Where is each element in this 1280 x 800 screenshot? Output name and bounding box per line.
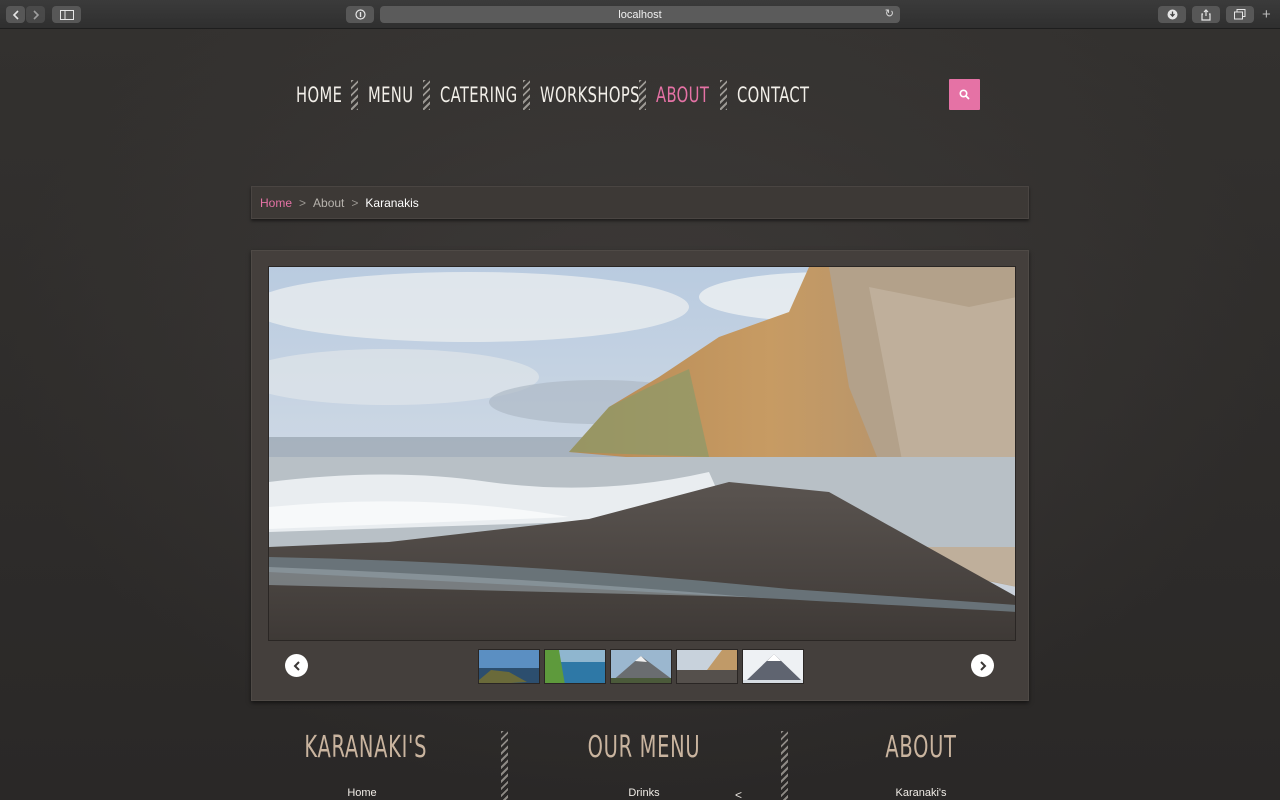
gallery-thumbnail[interactable] xyxy=(478,649,540,684)
chevron-left-icon xyxy=(12,9,19,20)
back-button[interactable] xyxy=(6,6,25,23)
nav-item-contact[interactable]: Contact xyxy=(737,83,809,107)
sidebar-icon xyxy=(59,9,74,20)
breadcrumb-separator: > xyxy=(299,195,307,210)
nav-separator xyxy=(720,80,727,110)
nav-item-catering[interactable]: Catering xyxy=(440,83,517,107)
footer-heading-karanakis: Karanaki's xyxy=(304,730,428,765)
chevron-left-icon xyxy=(293,660,300,671)
share-button[interactable] xyxy=(1192,6,1220,23)
nav-item-about[interactable]: About xyxy=(656,83,709,107)
shield-icon xyxy=(354,9,366,20)
main-nav: Home Menu Catering Workshops About Conta… xyxy=(296,78,809,112)
nav-item-menu[interactable]: Menu xyxy=(368,83,413,107)
sidebar-toggle-button[interactable] xyxy=(52,6,81,23)
privacy-report-button[interactable] xyxy=(346,6,374,23)
footer-separator xyxy=(781,731,788,800)
gallery-main-image[interactable] xyxy=(268,266,1016,641)
footer-column-menu: Our Menu Drinks xyxy=(564,730,724,799)
tabs-overview-button[interactable] xyxy=(1226,6,1254,23)
nav-separator xyxy=(423,80,430,110)
gallery-thumbnail[interactable] xyxy=(610,649,672,684)
breadcrumb-separator: > xyxy=(351,195,359,210)
breadcrumb-current: Karanakis xyxy=(365,195,419,210)
reload-icon[interactable]: ↻ xyxy=(885,7,894,20)
download-icon xyxy=(1167,9,1177,20)
nav-item-home[interactable]: Home xyxy=(296,83,342,107)
gallery-thumbnail[interactable] xyxy=(544,649,606,684)
chevron-right-icon xyxy=(32,9,39,20)
gallery-thumbnail[interactable] xyxy=(676,649,738,684)
footer-heading-menu: Our Menu xyxy=(587,730,701,765)
nav-item-workshops[interactable]: Workshops xyxy=(540,83,639,107)
breadcrumb: Home > About > Karanakis xyxy=(251,186,1029,219)
chevron-right-icon xyxy=(979,660,986,671)
footer-link-karanakis[interactable]: Karanaki's xyxy=(841,787,1001,799)
search-button[interactable] xyxy=(949,79,980,110)
nav-separator xyxy=(639,80,646,110)
footer-separator xyxy=(501,731,508,800)
tabs-icon xyxy=(1234,9,1246,20)
address-bar[interactable]: localhost ↻ xyxy=(380,6,900,23)
footer-column-about: About Karanaki's xyxy=(841,730,1001,799)
footer-collapse-arrow[interactable]: < xyxy=(735,788,742,800)
footer-link-home[interactable]: Home xyxy=(282,787,442,799)
search-icon xyxy=(959,89,970,100)
breadcrumb-home-link[interactable]: Home xyxy=(260,196,292,210)
footer-column-karanakis: Karanaki's Home xyxy=(282,730,442,799)
nav-separator xyxy=(351,80,358,110)
footer-link-drinks[interactable]: Drinks xyxy=(564,787,724,799)
downloads-button[interactable] xyxy=(1158,6,1186,23)
breadcrumb-about-link[interactable]: About xyxy=(313,196,344,210)
image-gallery xyxy=(251,250,1029,701)
browser-toolbar: localhost ↻ + xyxy=(0,0,1280,29)
gallery-prev-button[interactable] xyxy=(285,654,308,677)
share-icon xyxy=(1201,8,1211,21)
new-tab-icon[interactable]: + xyxy=(1262,6,1271,23)
footer-heading-about: About xyxy=(885,730,957,765)
gallery-thumbnails xyxy=(478,649,804,684)
forward-button[interactable] xyxy=(26,6,45,23)
gallery-thumbnail[interactable] xyxy=(742,649,804,684)
nav-separator xyxy=(523,80,530,110)
gallery-next-button[interactable] xyxy=(971,654,994,677)
url-text: localhost xyxy=(618,8,662,21)
